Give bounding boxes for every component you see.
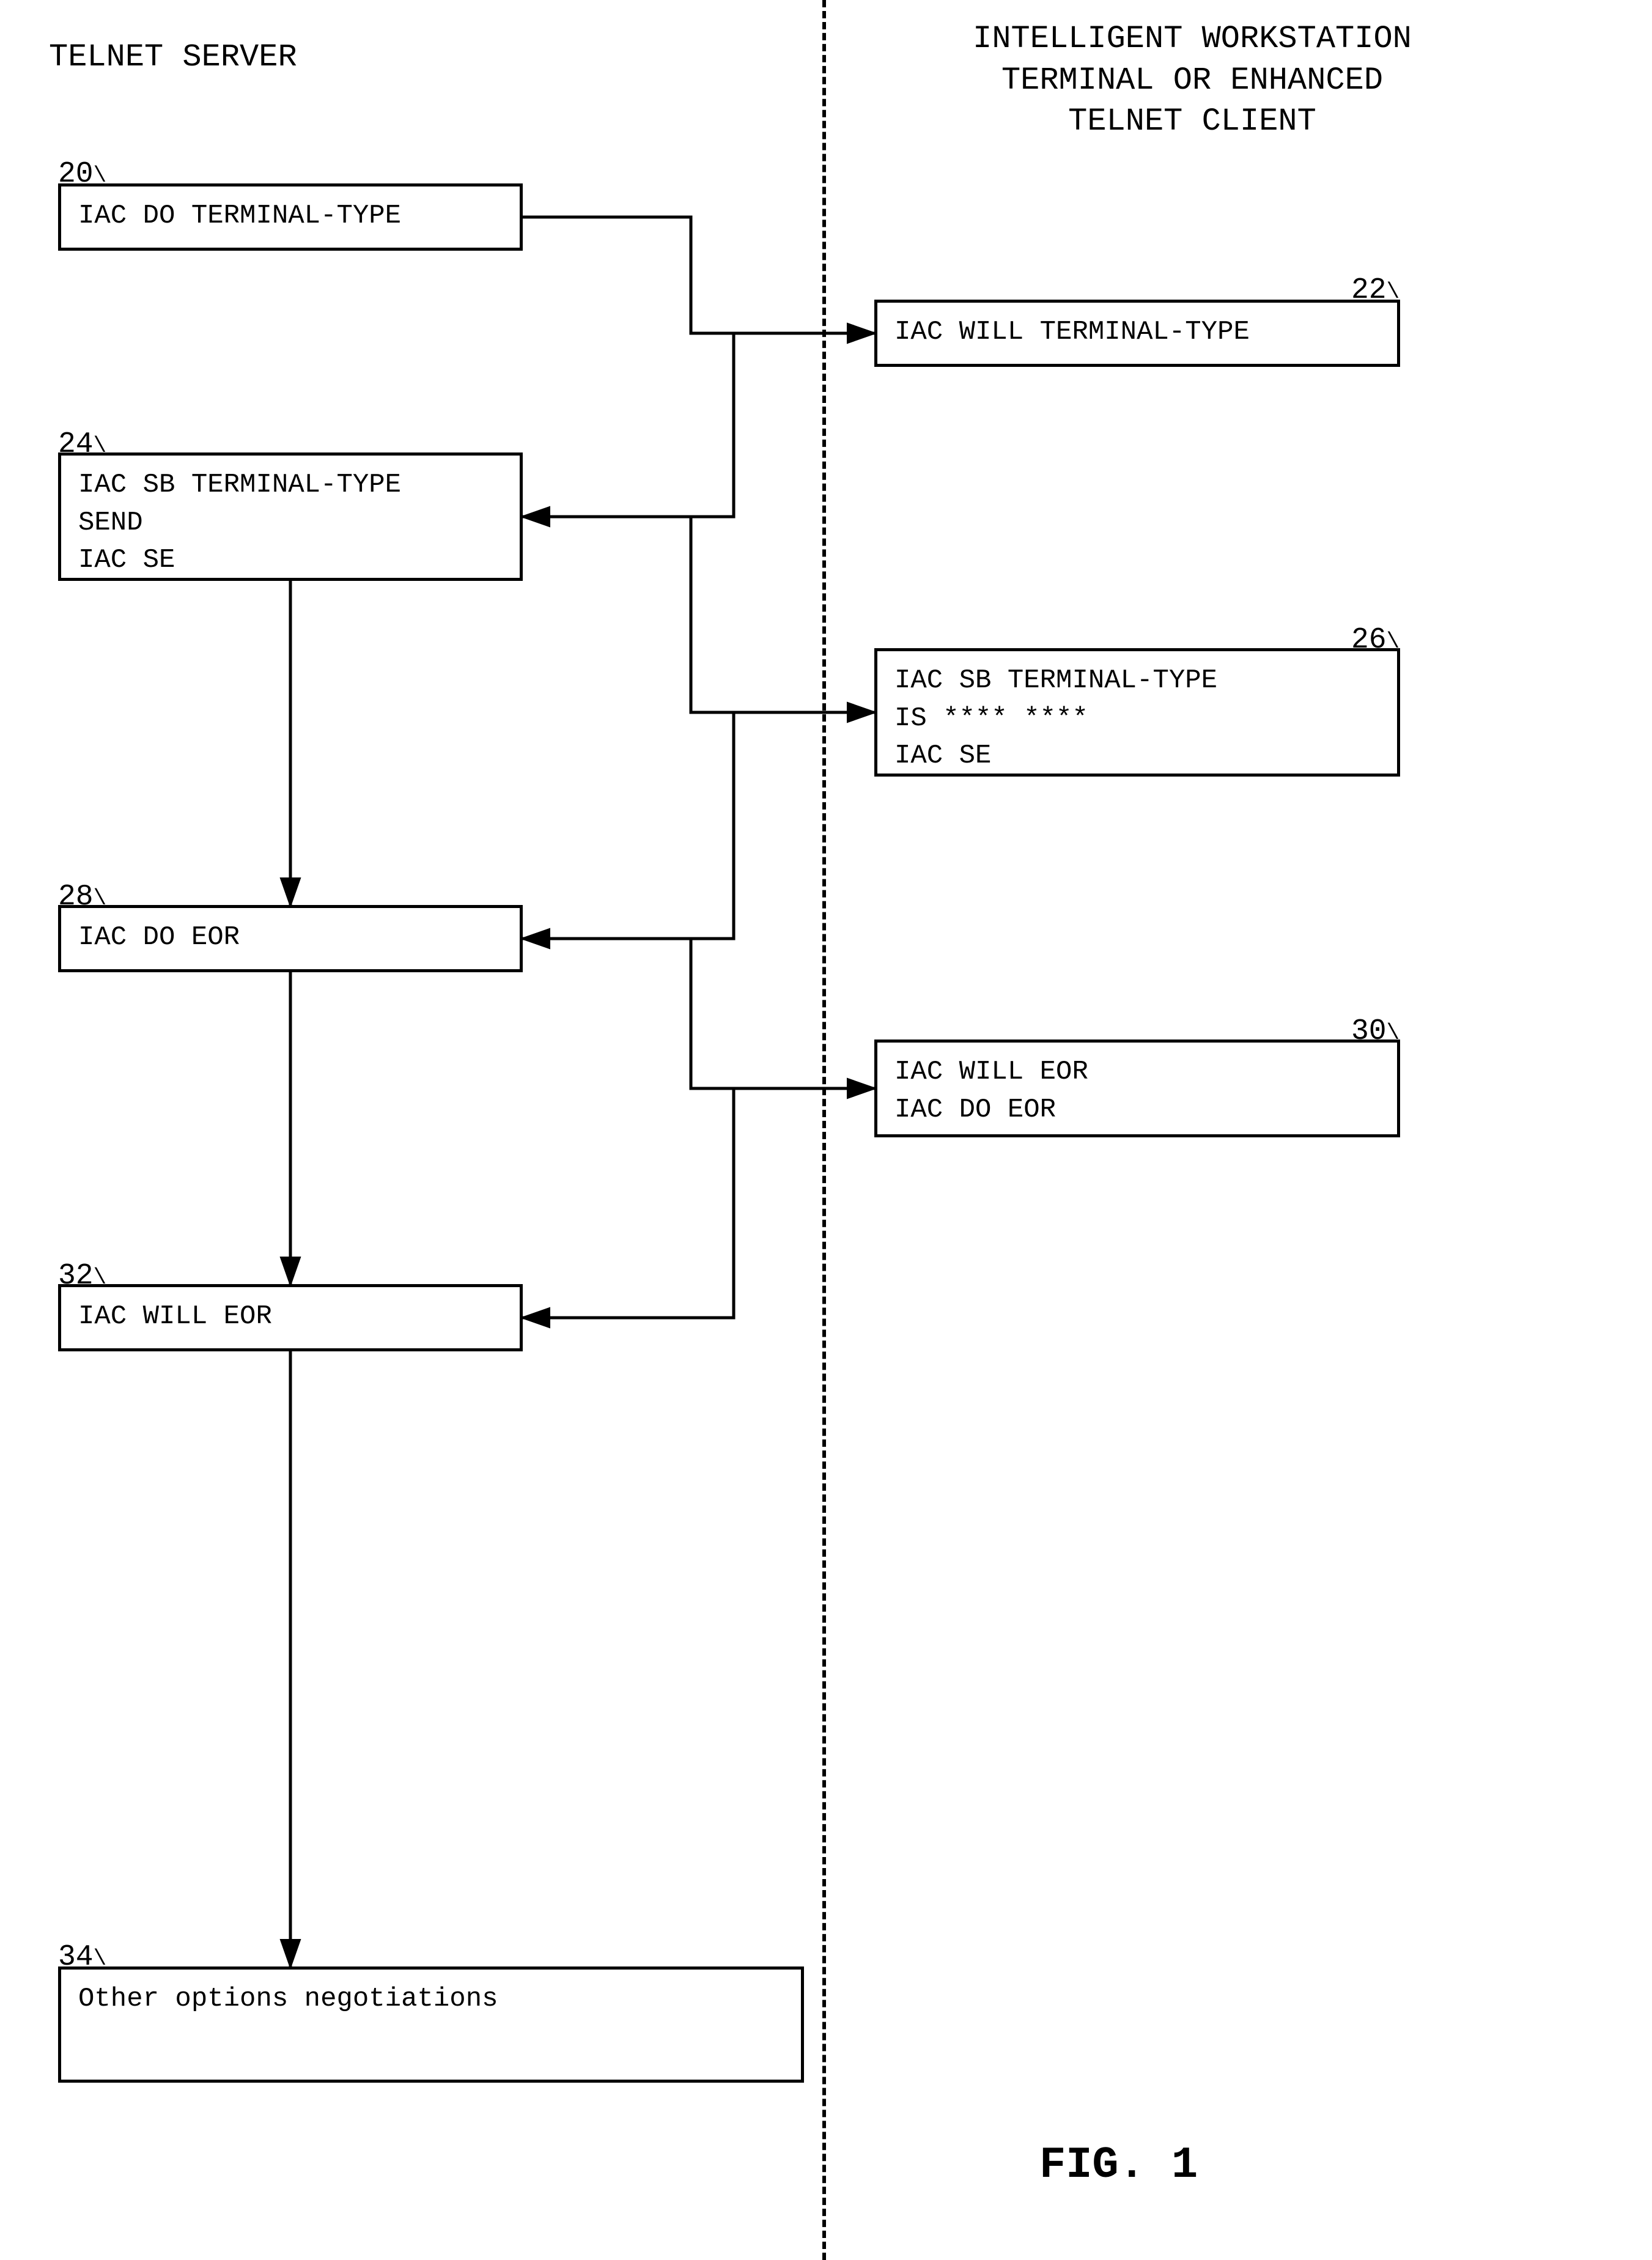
- left-column-label: TELNET SERVER: [49, 37, 507, 78]
- center-divider: [822, 0, 826, 2260]
- box-24: IAC SB TERMINAL-TYPE SEND IAC SE: [58, 452, 523, 581]
- box-34: Other options negotiations: [58, 1966, 804, 2083]
- box-26: IAC SB TERMINAL-TYPE IS **** **** IAC SE: [874, 648, 1400, 777]
- box-20: IAC DO TERMINAL-TYPE: [58, 183, 523, 251]
- box-22: IAC WILL TERMINAL-TYPE: [874, 300, 1400, 367]
- arrows-svg: [0, 0, 1652, 2260]
- diagram: TELNET SERVER INTELLIGENT WORKSTATIONTER…: [0, 0, 1652, 2260]
- right-column-label: INTELLIGENT WORKSTATIONTERMINAL OR ENHAN…: [825, 18, 1559, 142]
- box-28: IAC DO EOR: [58, 905, 523, 972]
- box-32: IAC WILL EOR: [58, 1284, 523, 1351]
- box-30: IAC WILL EOR IAC DO EOR: [874, 1040, 1400, 1137]
- figure-label: FIG. 1: [1039, 2140, 1198, 2190]
